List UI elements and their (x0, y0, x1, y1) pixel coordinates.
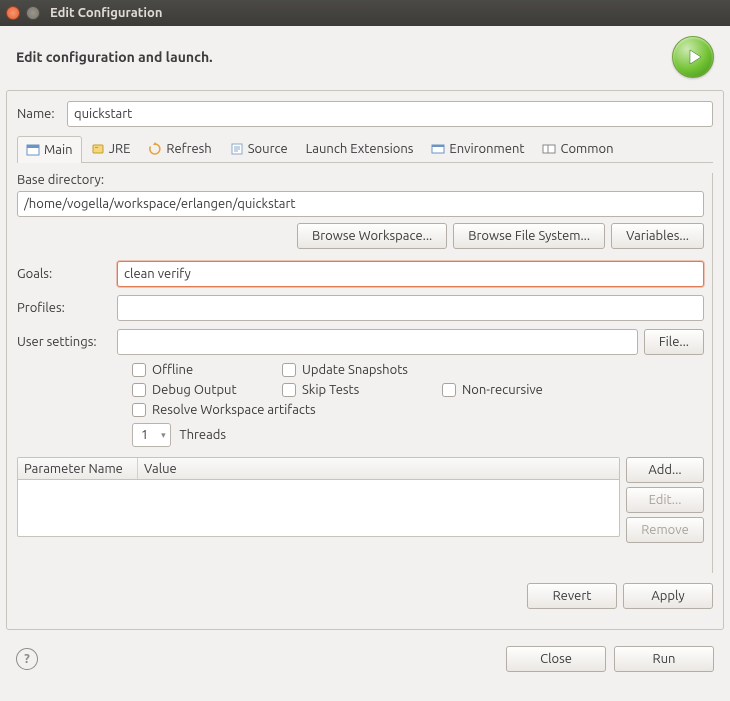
resolve-workspace-checkbox[interactable]: Resolve Workspace artifacts (132, 403, 316, 417)
add-button[interactable]: Add... (626, 457, 704, 483)
value-column[interactable]: Value (138, 458, 619, 479)
tab-environment[interactable]: Environment (422, 135, 533, 162)
tab-main[interactable]: Main (17, 136, 82, 163)
close-button[interactable]: Close (506, 646, 606, 672)
skip-tests-checkbox[interactable]: Skip Tests (282, 383, 442, 397)
base-directory-label: Base directory: (17, 173, 704, 187)
threads-label: Threads (179, 428, 226, 442)
browse-workspace-button[interactable]: Browse Workspace... (297, 223, 447, 249)
titlebar: Edit Configuration (0, 0, 730, 26)
base-directory-input[interactable] (17, 191, 704, 217)
tab-bar: Main JRE Refresh Source Launch Extension… (17, 135, 713, 163)
tab-launch-extensions[interactable]: Launch Extensions (297, 135, 423, 162)
window-minimize-button[interactable] (26, 6, 40, 20)
main-panel: Base directory: Browse Workspace... Brow… (17, 173, 713, 573)
file-button[interactable]: File... (644, 329, 704, 355)
run-icon (672, 36, 714, 78)
window-close-button[interactable] (6, 6, 20, 20)
run-button[interactable]: Run (614, 646, 714, 672)
help-icon[interactable]: ? (16, 648, 38, 670)
profiles-input[interactable] (117, 295, 704, 321)
bottom-bar: ? Close Run (0, 636, 730, 686)
goals-input[interactable] (117, 261, 704, 287)
parameter-name-column[interactable]: Parameter Name (18, 458, 138, 479)
tab-refresh[interactable]: Refresh (139, 135, 220, 162)
window-title: Edit Configuration (50, 6, 162, 20)
profiles-label: Profiles: (17, 301, 117, 315)
browse-file-system-button[interactable]: Browse File System... (453, 223, 605, 249)
header-heading: Edit configuration and launch. (16, 49, 213, 65)
revert-button[interactable]: Revert (527, 583, 617, 609)
edit-button[interactable]: Edit... (626, 487, 704, 513)
tab-jre[interactable]: JRE (82, 135, 140, 162)
apply-button[interactable]: Apply (623, 583, 713, 609)
update-snapshots-checkbox[interactable]: Update Snapshots (282, 363, 442, 377)
remove-button[interactable]: Remove (626, 517, 704, 543)
name-label: Name: (17, 107, 67, 121)
non-recursive-checkbox[interactable]: Non-recursive (442, 383, 543, 397)
name-input[interactable] (67, 101, 713, 127)
content-area: Name: Main JRE Refresh Source Launch Ext… (6, 90, 724, 630)
offline-checkbox[interactable]: Offline (132, 363, 282, 377)
tab-common[interactable]: Common (533, 135, 622, 162)
tab-source[interactable]: Source (221, 135, 297, 162)
threads-spinner[interactable]: 1 ▾ (132, 423, 171, 447)
user-settings-input[interactable] (117, 329, 638, 355)
variables-button[interactable]: Variables... (611, 223, 704, 249)
dialog-header: Edit configuration and launch. (0, 26, 730, 90)
goals-label: Goals: (17, 267, 117, 281)
chevron-down-icon: ▾ (156, 430, 170, 441)
parameters-table[interactable]: Parameter Name Value (17, 457, 620, 537)
user-settings-label: User settings: (17, 335, 117, 349)
debug-output-checkbox[interactable]: Debug Output (132, 383, 282, 397)
